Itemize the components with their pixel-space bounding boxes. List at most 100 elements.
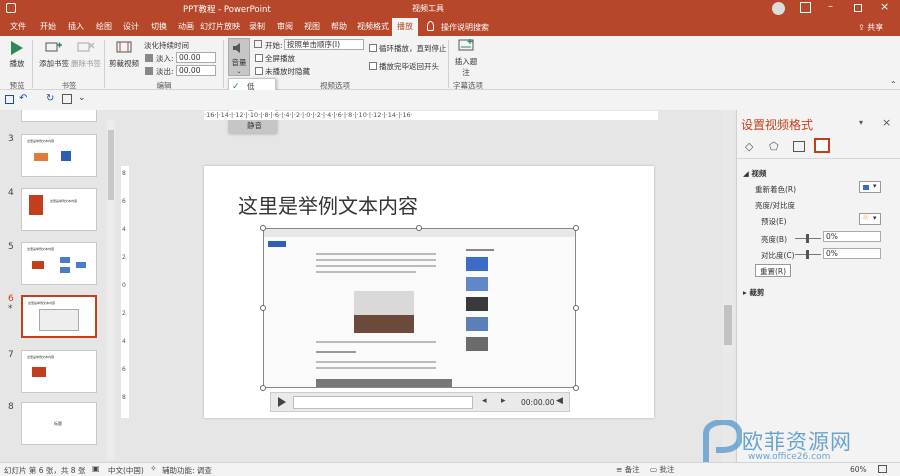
minimize-icon[interactable]: – <box>828 1 833 12</box>
thumbnail-4[interactable]: 这里是举例文本内容 <box>21 188 97 231</box>
crop-section-toggle[interactable]: ▸ 裁剪 <box>743 287 764 298</box>
tab-playback[interactable]: 播放 <box>392 18 418 36</box>
format-video-pane: 设置视频格式 ▾ × ◇ ⬠ ◢ 视频 重新着色(R) ▾ 亮度/对比度 预设(… <box>736 110 900 462</box>
crop-section-label: 裁剪 <box>749 288 765 297</box>
thumbnail-6-selected[interactable]: 这里是举例文本内容 <box>21 295 97 338</box>
tab-record[interactable]: 录制 <box>244 18 270 36</box>
tell-me-search[interactable]: 操作说明搜索 <box>441 22 489 33</box>
fullscreen-checkbox[interactable] <box>255 54 263 62</box>
thumbnail-5[interactable]: 这里是举例文本内容 <box>21 242 97 285</box>
tab-slideshow[interactable]: 幻灯片放映 <box>200 18 240 36</box>
ribbon-display-icon[interactable] <box>800 2 811 13</box>
tab-transitions[interactable]: 切换 <box>145 18 173 36</box>
slide-scrollbar[interactable] <box>722 110 734 462</box>
brightness-input[interactable]: 0% <box>823 231 881 242</box>
tab-video-format[interactable]: 视频格式 <box>354 18 392 36</box>
video-progress-bar[interactable] <box>293 396 473 409</box>
volume-button[interactable]: 音量 ⌄ <box>228 38 250 76</box>
recolor-dropdown[interactable]: ▾ <box>859 181 881 193</box>
video-section-toggle[interactable]: ◢ 视频 <box>743 168 766 179</box>
loop-checkbox[interactable] <box>369 44 377 52</box>
tab-home[interactable]: 开始 <box>34 18 62 36</box>
caption-icon <box>458 39 474 51</box>
avatar[interactable] <box>772 2 785 15</box>
thumbnail-number: 5 <box>8 242 14 252</box>
slide-canvas[interactable]: 这里是举例文本内容 ◂ ▸ 00:00.00 ◀ <box>204 166 654 418</box>
step-forward-icon[interactable]: ▸ <box>501 396 506 406</box>
step-back-icon[interactable]: ◂ <box>482 396 487 406</box>
remove-bookmark-icon <box>77 42 95 52</box>
start-select[interactable]: 按照单击顺序(I) <box>284 39 364 50</box>
resize-handle[interactable] <box>260 225 266 231</box>
volume-icon[interactable]: ◀ <box>556 396 563 406</box>
thumbnail-3[interactable]: 这里是举例文本内容 <box>21 134 97 177</box>
close-pane-icon[interactable]: × <box>882 116 891 129</box>
video-object[interactable] <box>263 228 576 388</box>
volume-option-mute[interactable]: 静音 <box>229 120 275 132</box>
tab-review[interactable]: 审阅 <box>272 18 298 36</box>
notes-button[interactable]: ≡ 备注 <box>616 464 640 475</box>
add-bookmark-button[interactable]: 添加书签 <box>37 40 71 69</box>
restore-icon[interactable] <box>854 4 862 12</box>
resize-handle[interactable] <box>573 305 579 311</box>
start-from-beginning-icon[interactable] <box>62 94 72 104</box>
brightness-slider[interactable] <box>795 234 821 243</box>
tab-insert[interactable]: 插入 <box>62 18 90 36</box>
thumbnail-2[interactable] <box>21 110 97 122</box>
reset-button[interactable]: 重置(R) <box>755 264 792 277</box>
video-play-button[interactable] <box>277 397 287 409</box>
video-settings-icon[interactable] <box>814 138 830 153</box>
customize-toolbar-icon[interactable]: ⌄ <box>78 93 86 103</box>
resize-handle[interactable] <box>260 385 266 391</box>
undo-icon[interactable]: ↶ <box>19 93 27 104</box>
accessibility-icon[interactable]: ✧ <box>150 464 157 473</box>
thumbnail-8[interactable]: 标题 <box>21 402 97 445</box>
close-icon[interactable]: × <box>880 0 889 13</box>
fit-slide-icon[interactable] <box>878 465 887 473</box>
tab-help[interactable]: 帮助 <box>326 18 352 36</box>
ribbon-playback: 播放 预览 添加书签 删除书签 书签 剪裁视频 淡化持续时间 淡入: 00.00… <box>0 36 900 90</box>
comments-button[interactable]: ▭ 批注 <box>650 464 674 475</box>
title-bar: PPT教程 - PowerPoint 视频工具 – × <box>0 0 900 18</box>
tab-view[interactable]: 视图 <box>299 18 325 36</box>
fade-in-input[interactable]: 00.00 <box>176 52 216 63</box>
spellcheck-icon[interactable]: ▣ <box>92 464 100 473</box>
resize-handle[interactable] <box>573 225 579 231</box>
slide-title[interactable]: 这里是举例文本内容 <box>238 190 418 219</box>
thumbnail-number: 3 <box>8 134 14 144</box>
brightness-contrast-label: 亮度/对比度 <box>755 201 796 210</box>
resize-handle[interactable] <box>573 385 579 391</box>
tab-design[interactable]: 设计 <box>117 18 145 36</box>
insert-caption-button[interactable]: 插入题注 <box>452 38 480 78</box>
contrast-input[interactable]: 0% <box>823 248 881 259</box>
trim-video-button[interactable]: 剪裁视频 <box>108 40 140 69</box>
resize-handle[interactable] <box>416 225 422 231</box>
save-icon[interactable] <box>5 95 14 104</box>
pane-options-icon[interactable]: ▾ <box>859 118 863 127</box>
share-button[interactable]: ⇪ 共享 <box>858 22 883 33</box>
tab-draw[interactable]: 绘图 <box>90 18 118 36</box>
thumbnail-7[interactable]: 这里是举例文本内容 <box>21 350 97 393</box>
contrast-slider[interactable] <box>795 250 821 259</box>
zoom-level[interactable]: 60% <box>850 465 867 474</box>
size-properties-icon[interactable] <box>793 141 805 152</box>
remove-bookmark-button[interactable]: 删除书签 <box>70 40 102 69</box>
play-button[interactable]: 播放 <box>6 40 28 69</box>
hide-not-playing-checkbox[interactable] <box>255 67 263 75</box>
tab-animations[interactable]: 动画 <box>172 18 200 36</box>
language-indicator[interactable]: 中文(中国) <box>108 465 144 476</box>
autosave-icon[interactable] <box>6 3 16 13</box>
thumbnail-scrollbar[interactable] <box>107 120 115 460</box>
redo-icon[interactable]: ↻ <box>46 93 54 104</box>
rewind-checkbox[interactable] <box>369 62 377 70</box>
effects-icon[interactable]: ⬠ <box>769 140 779 153</box>
fill-line-icon[interactable]: ◇ <box>745 140 753 153</box>
tab-file[interactable]: 文件 <box>4 18 32 36</box>
share-label: 共享 <box>867 23 884 32</box>
collapse-ribbon-icon[interactable]: ⌃ <box>890 80 897 89</box>
resize-handle[interactable] <box>260 305 266 311</box>
accessibility-status[interactable]: 辅助功能: 调查 <box>162 465 212 476</box>
preset-dropdown[interactable]: ☼ ▾ <box>859 213 881 225</box>
fade-out-input[interactable]: 00.00 <box>176 65 216 76</box>
volume-label: 音量 <box>231 58 247 67</box>
